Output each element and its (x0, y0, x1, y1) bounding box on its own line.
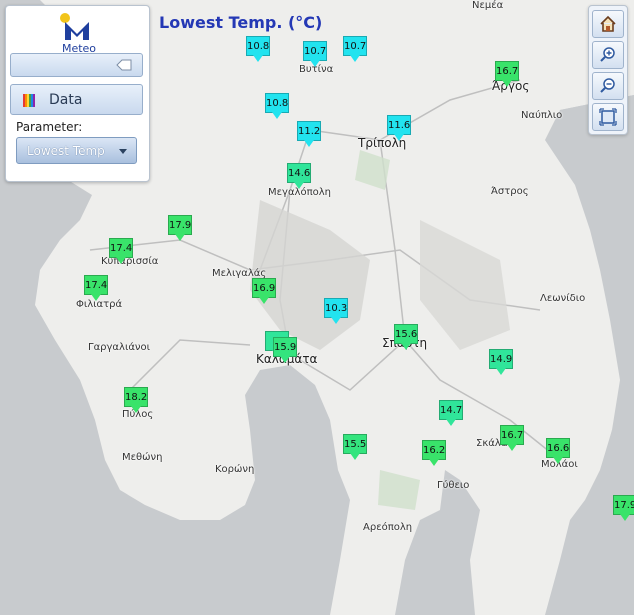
marker-pointer (259, 297, 269, 304)
station-value: 10.3 (324, 298, 348, 318)
station-value: 15.9 (273, 337, 297, 357)
place-label: Μεθώνη (122, 452, 163, 463)
parameter-select-value: Lowest Temp (27, 144, 105, 158)
station-value: 17.9 (168, 215, 192, 235)
place-label: Γύθειο (437, 480, 470, 491)
place-label: Λεωνίδιο (540, 293, 586, 304)
collapse-button[interactable] (10, 53, 143, 77)
map-title: Lowest Temp. (°C) (159, 13, 323, 32)
marker-pointer (350, 55, 360, 62)
station-value: 10.7 (343, 36, 367, 56)
station-value: 18.2 (124, 387, 148, 407)
marker-pointer (280, 356, 290, 363)
station-value: 11.6 (387, 115, 411, 135)
marker-pointer (507, 444, 517, 451)
data-button[interactable]: Data (10, 84, 143, 115)
marker-pointer (553, 457, 563, 464)
logo-mark-icon (60, 13, 89, 40)
station-value: 16.9 (252, 278, 276, 298)
place-label: Ναύπλιο (521, 110, 563, 121)
station-value: 17.4 (84, 275, 108, 295)
full-extent-icon (599, 108, 617, 126)
marker-pointer (91, 294, 101, 301)
zoom-in-icon (600, 47, 615, 62)
home-icon (600, 15, 616, 32)
marker-pointer (350, 453, 360, 460)
marker-pointer (401, 343, 411, 350)
marker-pointer (175, 234, 185, 241)
zoom-in-button[interactable] (592, 41, 624, 69)
station-value: 16.7 (500, 425, 524, 445)
color-scale-icon (23, 94, 35, 107)
marker-pointer (304, 140, 314, 147)
marker-pointer (502, 80, 512, 87)
control-panel: Meteo Data Parameter: Lowest Temp (5, 5, 150, 182)
station-value: 17.4 (109, 238, 133, 258)
marker-pointer (429, 459, 439, 466)
place-label: Αρεόπολη (363, 522, 413, 533)
marker-pointer (294, 182, 304, 189)
meteo-logo: Meteo (57, 12, 101, 55)
marker-pointer (272, 112, 282, 119)
station-value: 17.9 (613, 495, 634, 515)
station-value: 14.7 (439, 400, 463, 420)
station-value: 16.6 (546, 438, 570, 458)
marker-pointer (310, 60, 320, 67)
zoom-out-icon (600, 78, 615, 93)
station-value: 10.7 (303, 41, 327, 61)
marker-pointer (496, 368, 506, 375)
zoom-out-button[interactable] (592, 72, 624, 100)
place-label: Γαργαλιάνοι (88, 342, 151, 353)
marker-pointer (116, 257, 126, 264)
station-value: 15.6 (394, 324, 418, 344)
marker-pointer (331, 317, 341, 324)
marker-pointer (131, 406, 141, 413)
chevron-down-icon (119, 149, 127, 154)
data-button-label: Data (49, 92, 83, 108)
station-value: 10.8 (246, 36, 270, 56)
place-label: Άστρος (491, 186, 529, 197)
station-value: 11.2 (297, 121, 321, 141)
marker-pointer (446, 419, 456, 426)
place-label: Νεμέα (472, 0, 504, 11)
station-value: 16.2 (422, 440, 446, 460)
parameter-select[interactable]: Lowest Temp (16, 137, 137, 164)
marker-pointer (620, 514, 630, 521)
marker-pointer (394, 134, 404, 141)
collapse-arrow-icon (116, 59, 132, 71)
marker-pointer (253, 55, 263, 62)
station-value: 10.8 (265, 93, 289, 113)
place-label: Κορώνη (215, 464, 255, 475)
station-value: 15.5 (343, 434, 367, 454)
station-value: 14.6 (287, 163, 311, 183)
full-extent-button[interactable] (592, 103, 624, 131)
home-button[interactable] (592, 10, 624, 38)
station-value: 14.9 (489, 349, 513, 369)
station-value: 16.7 (495, 61, 519, 81)
map-toolbar (588, 5, 628, 135)
parameter-label: Parameter: (16, 120, 83, 134)
